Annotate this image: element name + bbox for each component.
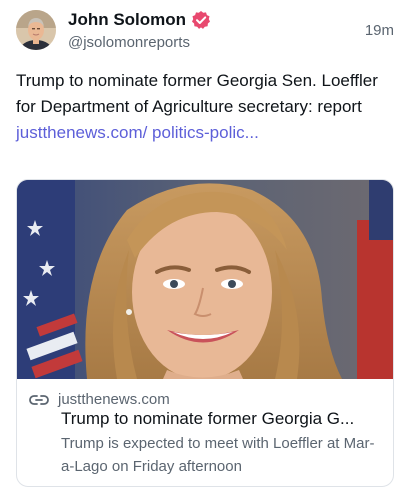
author-display-name[interactable]: John Solomon bbox=[68, 10, 186, 30]
link-preview-card[interactable]: justthenews.com Trump to nominate former… bbox=[16, 179, 394, 487]
post-text: Trump to nominate former Georgia Sen. Lo… bbox=[16, 68, 394, 146]
author-name-row[interactable]: John Solomon bbox=[68, 9, 211, 31]
portrait-photo-icon bbox=[17, 180, 393, 379]
post-link[interactable]: justthenews.com/ politics-polic... bbox=[16, 123, 259, 142]
card-description: Trump is expected to meet with Loeffler … bbox=[61, 435, 375, 475]
link-icon bbox=[29, 393, 49, 407]
avatar-photo-icon bbox=[16, 10, 56, 50]
card-meta[interactable]: justthenews.com Trump to nominate former… bbox=[17, 379, 393, 486]
post-body-text: Trump to nominate former Georgia Sen. Lo… bbox=[16, 71, 378, 116]
post-timestamp[interactable]: 19m bbox=[365, 22, 394, 39]
avatar[interactable] bbox=[16, 10, 56, 50]
card-domain: justthenews.com bbox=[58, 391, 170, 408]
card-title[interactable]: Trump to nominate former Georgia G... bbox=[61, 409, 381, 429]
post[interactable]: John Solomon @jsolomonreports 19m Trump … bbox=[0, 0, 410, 500]
author-handle[interactable]: @jsolomonreports bbox=[68, 34, 190, 51]
card-domain-row: justthenews.com bbox=[29, 391, 170, 408]
verified-badge-icon bbox=[191, 10, 211, 30]
